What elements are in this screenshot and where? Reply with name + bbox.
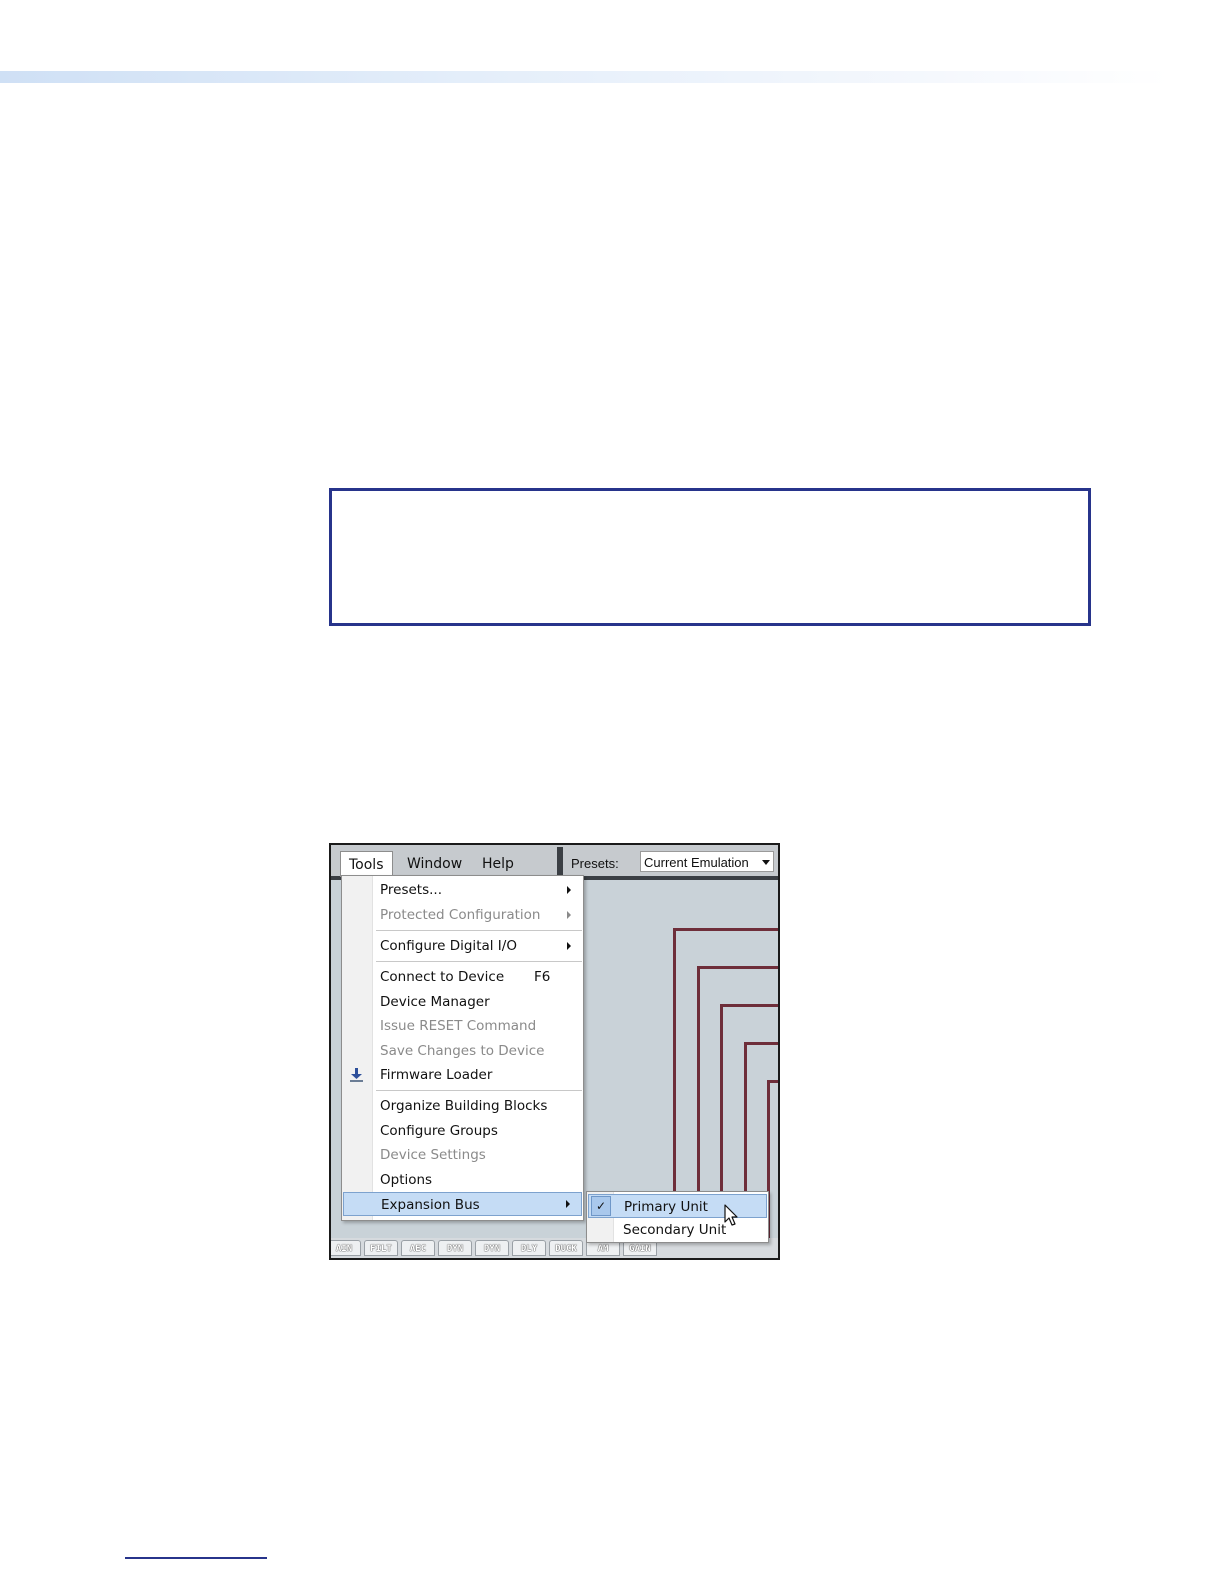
menu-item-label: Device Settings xyxy=(380,1147,486,1163)
submenu-arrow-icon xyxy=(567,942,571,950)
menu-item-secondary-unit[interactable]: Secondary Unit xyxy=(587,1218,768,1242)
menu-item-label: Firmware Loader xyxy=(380,1067,493,1083)
download-icon xyxy=(350,1068,363,1082)
submenu-arrow-icon xyxy=(567,886,571,894)
software-screenshot: Tools Window Help Presets: Current Emula… xyxy=(329,843,780,1260)
footer-rule xyxy=(125,1557,267,1559)
menu-item-label: Presets... xyxy=(380,882,443,898)
menu-item-label: Secondary Unit xyxy=(623,1222,727,1238)
tools-menu: Presets... Protected Configuration Confi… xyxy=(341,875,584,1221)
menu-item-issue-reset-command[interactable]: Issue RESET Command xyxy=(342,1014,583,1038)
menu-tools[interactable]: Tools xyxy=(340,851,393,877)
tab-dyn-2[interactable]: DYN xyxy=(475,1240,509,1256)
menu-item-device-manager[interactable]: Device Manager xyxy=(342,990,583,1014)
menu-item-label: Configure Digital I/O xyxy=(380,938,517,954)
menu-item-connect-to-device[interactable]: Connect to Device F6 xyxy=(342,965,583,989)
menu-item-protected-configuration[interactable]: Protected Configuration xyxy=(342,903,583,927)
menu-item-expansion-bus[interactable]: Expansion Bus xyxy=(343,1192,582,1216)
menu-separator xyxy=(376,961,582,962)
expansion-bus-submenu: ✓ Primary Unit Secondary Unit xyxy=(586,1191,769,1243)
menu-item-label: Protected Configuration xyxy=(380,907,541,923)
header-gradient-band xyxy=(0,71,1170,83)
menu-item-shortcut: F6 xyxy=(534,969,551,985)
tab-dyn[interactable]: DYN xyxy=(438,1240,472,1256)
tab-duck[interactable]: DUCK xyxy=(549,1240,583,1256)
menu-item-configure-groups[interactable]: Configure Groups xyxy=(342,1119,583,1143)
menu-help[interactable]: Help xyxy=(474,851,522,876)
menu-item-device-settings[interactable]: Device Settings xyxy=(342,1143,583,1167)
menu-item-label: Save Changes to Device xyxy=(380,1043,545,1059)
presets-dropdown[interactable]: Current Emulation xyxy=(640,851,774,872)
check-icon: ✓ xyxy=(591,1196,611,1216)
menu-item-organize-building-blocks[interactable]: Organize Building Blocks xyxy=(342,1094,583,1118)
menu-item-label: Connect to Device xyxy=(380,969,505,985)
toolbar-separator xyxy=(557,847,563,876)
submenu-arrow-icon xyxy=(566,1200,570,1208)
menu-separator xyxy=(376,1090,582,1091)
menu-item-label: Organize Building Blocks xyxy=(380,1098,548,1114)
presets-label: Presets: xyxy=(571,856,619,871)
submenu-arrow-icon xyxy=(567,911,571,919)
menu-item-label: Primary Unit xyxy=(624,1199,708,1215)
tab-ain[interactable]: AIN xyxy=(331,1240,361,1256)
signal-wire xyxy=(744,1042,778,1045)
menu-window[interactable]: Window xyxy=(399,851,470,876)
note-box xyxy=(329,488,1091,626)
mouse-pointer-icon xyxy=(724,1204,738,1226)
menu-item-label: Expansion Bus xyxy=(381,1197,480,1213)
menu-item-save-changes-to-device[interactable]: Save Changes to Device xyxy=(342,1039,583,1063)
menu-item-label: Device Manager xyxy=(380,994,490,1010)
tab-dly[interactable]: DLY xyxy=(512,1240,546,1256)
menu-item-configure-digital-io[interactable]: Configure Digital I/O xyxy=(342,934,583,958)
tab-aec[interactable]: AEC xyxy=(401,1240,435,1256)
presets-value: Current Emulation xyxy=(644,855,749,870)
menu-item-primary-unit[interactable]: ✓ Primary Unit xyxy=(588,1194,767,1218)
signal-wire xyxy=(673,928,778,931)
menu-item-firmware-loader[interactable]: Firmware Loader xyxy=(342,1063,583,1087)
menu-item-label: Configure Groups xyxy=(380,1123,498,1139)
menu-item-label: Issue RESET Command xyxy=(380,1018,537,1034)
menu-item-options[interactable]: Options xyxy=(342,1168,583,1192)
signal-wire xyxy=(720,1004,778,1007)
menu-item-presets[interactable]: Presets... xyxy=(342,878,583,902)
signal-wire xyxy=(697,966,778,969)
menu-item-label: Options xyxy=(380,1172,433,1188)
tab-filt[interactable]: FILT xyxy=(364,1240,398,1256)
menu-separator xyxy=(376,930,582,931)
chevron-down-icon xyxy=(762,860,770,865)
